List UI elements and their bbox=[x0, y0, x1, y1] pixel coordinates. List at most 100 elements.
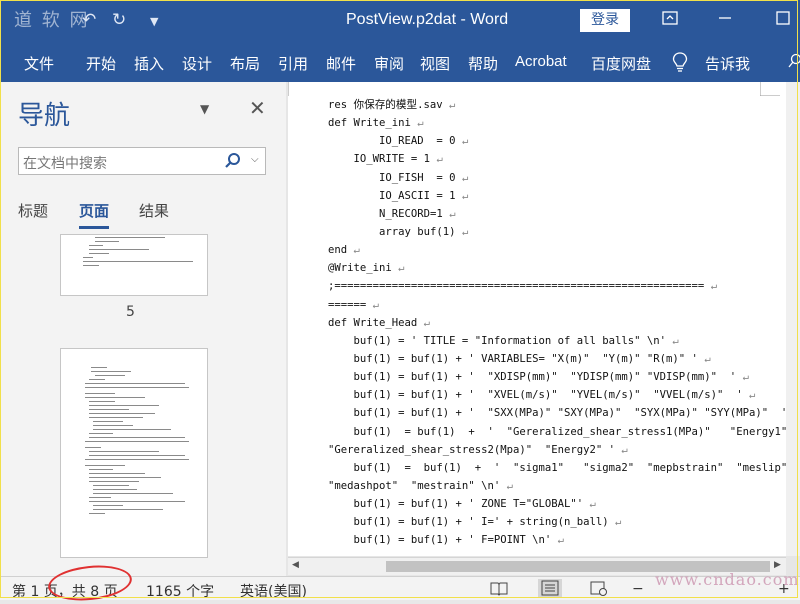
ribbon-tab-bar: 文件 开始 插入 设计 布局 引用 邮件 审阅 视图 帮助 Acrobat 百度… bbox=[0, 42, 800, 82]
tab-insert[interactable]: 插入 bbox=[134, 53, 164, 74]
paragraph-mark-icon: ↵ bbox=[456, 226, 469, 238]
paragraph-mark-icon: ↵ bbox=[698, 353, 711, 365]
document-page[interactable]: res 你保存的模型.sav ↵def Write_ini ↵ IO_READ … bbox=[288, 82, 800, 556]
tab-design[interactable]: 设计 bbox=[182, 53, 212, 74]
paragraph-mark-icon: ↵ bbox=[666, 335, 679, 347]
navigation-pane: 导航 ▼ ✕ 在文档中搜索 ⌵ 标题 页面 结果 5 bbox=[0, 82, 286, 576]
page-number: 5 bbox=[126, 304, 135, 320]
language-status[interactable]: 英语(美国) bbox=[240, 581, 307, 601]
document-line: buf(1) = buf(1) + ' F=POINT \n' ↵ bbox=[328, 531, 798, 549]
document-line: "medashpot" "mestrain" \n' ↵ bbox=[328, 477, 798, 495]
document-line: "Gereralized_shear_stress2(Mpa)" "Energy… bbox=[328, 441, 798, 459]
paragraph-mark-icon: ↵ bbox=[583, 498, 596, 510]
document-line: res 你保存的模型.sav ↵ bbox=[328, 96, 798, 114]
tab-baidu-netdisk[interactable]: 百度网盘 bbox=[591, 53, 651, 74]
watermark-text: www.cndao.com bbox=[655, 570, 800, 589]
tab-help[interactable]: 帮助 bbox=[468, 53, 498, 74]
document-line: IO_READ = 0 ↵ bbox=[328, 132, 798, 150]
paragraph-mark-icon: ↵ bbox=[347, 244, 360, 256]
document-line: buf(1) = buf(1) + ' "XDISP(mm)" "YDISP(m… bbox=[328, 368, 798, 386]
document-line: buf(1) = buf(1) + ' "sigma1" "sigma2" "m… bbox=[328, 459, 798, 477]
document-line: def Write_ini ↵ bbox=[328, 114, 798, 132]
document-line: IO_ASCII = 1 ↵ bbox=[328, 187, 798, 205]
document-title: PostView.p2dat - Word bbox=[346, 11, 508, 29]
paragraph-mark-icon: ↵ bbox=[704, 280, 717, 292]
navigation-title: 导航 bbox=[18, 95, 70, 132]
maximize-icon[interactable] bbox=[771, 8, 795, 32]
document-line: @Write_ini ↵ bbox=[328, 259, 798, 277]
scroll-right-icon[interactable]: ▶ bbox=[774, 560, 781, 570]
ribbon-display-options-icon[interactable] bbox=[658, 8, 682, 32]
document-line: array buf(1) ↵ bbox=[328, 223, 798, 241]
zoom-out-button[interactable]: − bbox=[632, 581, 644, 597]
title-bar: 道 软 网 ↶ ↻ ▼ PostView.p2dat - Word 登录 bbox=[0, 0, 800, 42]
document-line: N_RECORD=1 ↵ bbox=[328, 205, 798, 223]
tab-file[interactable]: 文件 bbox=[24, 53, 54, 74]
paragraph-mark-icon: ↵ bbox=[615, 444, 628, 456]
redo-icon[interactable]: ↻ bbox=[112, 10, 126, 30]
web-layout-icon[interactable] bbox=[590, 581, 608, 596]
paragraph-mark-icon: ↵ bbox=[551, 534, 564, 546]
paragraph-mark-icon: ↵ bbox=[456, 190, 469, 202]
tab-pages[interactable]: 页面 bbox=[79, 200, 109, 221]
undo-icon[interactable]: ↶ bbox=[82, 10, 96, 30]
paragraph-mark-icon: ↵ bbox=[411, 117, 424, 129]
share-icon[interactable] bbox=[788, 53, 800, 75]
close-icon[interactable]: ✕ bbox=[249, 96, 266, 120]
tab-acrobat[interactable]: Acrobat bbox=[515, 53, 567, 70]
paragraph-mark-icon: ↵ bbox=[443, 99, 456, 111]
document-text: res 你保存的模型.sav ↵def Write_ini ↵ IO_READ … bbox=[328, 96, 798, 550]
paragraph-mark-icon: ↵ bbox=[392, 262, 405, 274]
chevron-down-icon[interactable]: ⌵ bbox=[251, 154, 259, 165]
minimize-icon[interactable] bbox=[713, 8, 737, 32]
paragraph-mark-icon: ↵ bbox=[743, 389, 756, 401]
tab-layout[interactable]: 布局 bbox=[230, 53, 260, 74]
scroll-left-icon[interactable]: ◀ bbox=[292, 560, 299, 570]
document-line: buf(1) = buf(1) + ' "SXX(MPa)" "SXY(MPa)… bbox=[328, 404, 798, 422]
search-placeholder: 在文档中搜索 bbox=[23, 153, 107, 173]
paragraph-mark-icon: ↵ bbox=[417, 317, 430, 329]
login-button[interactable]: 登录 bbox=[580, 9, 630, 32]
paragraph-mark-icon: ↵ bbox=[443, 208, 456, 220]
tab-review[interactable]: 审阅 bbox=[374, 53, 404, 74]
tab-mailings[interactable]: 邮件 bbox=[326, 53, 356, 74]
tab-headings[interactable]: 标题 bbox=[18, 200, 48, 221]
document-line: ====== ↵ bbox=[328, 296, 798, 314]
paragraph-mark-icon: ↵ bbox=[609, 516, 622, 528]
vertical-scrollbar[interactable] bbox=[786, 82, 800, 556]
crop-mark bbox=[760, 82, 780, 96]
paragraph-mark-icon: ↵ bbox=[500, 480, 513, 492]
document-line: buf(1) = buf(1) + ' VARIABLES= "X(m)" "Y… bbox=[328, 350, 798, 368]
document-line: buf(1) = buf(1) + ' "XVEL(m/s)" "YVEL(m/… bbox=[328, 386, 798, 404]
document-line: buf(1) = buf(1) + ' I=' + string(n_ball)… bbox=[328, 513, 798, 531]
document-line: buf(1) = ' TITLE = "Information of all b… bbox=[328, 332, 798, 350]
search-input[interactable]: 在文档中搜索 ⌵ bbox=[18, 147, 266, 175]
read-mode-icon[interactable] bbox=[490, 581, 508, 596]
paragraph-mark-icon: ↵ bbox=[456, 172, 469, 184]
tab-view[interactable]: 视图 bbox=[420, 53, 450, 74]
pane-options-icon[interactable]: ▼ bbox=[200, 102, 209, 116]
lightbulb-icon[interactable] bbox=[672, 52, 688, 76]
paragraph-mark-icon: ↵ bbox=[456, 135, 469, 147]
word-count-status[interactable]: 1165 个字 bbox=[146, 581, 214, 601]
search-icon[interactable] bbox=[224, 152, 242, 170]
document-line: buf(1) = buf(1) + ' "Gereralized_shear_s… bbox=[328, 423, 798, 441]
tab-results[interactable]: 结果 bbox=[139, 200, 169, 221]
tab-home[interactable]: 开始 bbox=[86, 53, 116, 74]
active-tab-indicator bbox=[79, 226, 109, 229]
customize-quick-access-icon[interactable]: ▼ bbox=[150, 15, 158, 28]
print-layout-icon[interactable] bbox=[538, 579, 562, 597]
page-thumbnail[interactable] bbox=[60, 348, 208, 558]
document-line: buf(1) = buf(1) + ' ZONE T="GLOBAL"' ↵ bbox=[328, 495, 798, 513]
tab-tell-me[interactable]: 告诉我 bbox=[705, 53, 750, 74]
page-thumbnail[interactable] bbox=[60, 234, 208, 296]
document-line: IO_FISH = 0 ↵ bbox=[328, 169, 798, 187]
paragraph-mark-icon: ↵ bbox=[430, 153, 443, 165]
document-line: IO_WRITE = 1 ↵ bbox=[328, 150, 798, 168]
tab-references[interactable]: 引用 bbox=[278, 53, 308, 74]
watermark-text: 道 软 网 bbox=[14, 6, 89, 32]
paragraph-mark-icon: ↵ bbox=[366, 299, 379, 311]
crop-mark bbox=[288, 82, 308, 96]
document-line: ;=======================================… bbox=[328, 277, 798, 295]
paragraph-mark-icon: ↵ bbox=[736, 371, 749, 383]
